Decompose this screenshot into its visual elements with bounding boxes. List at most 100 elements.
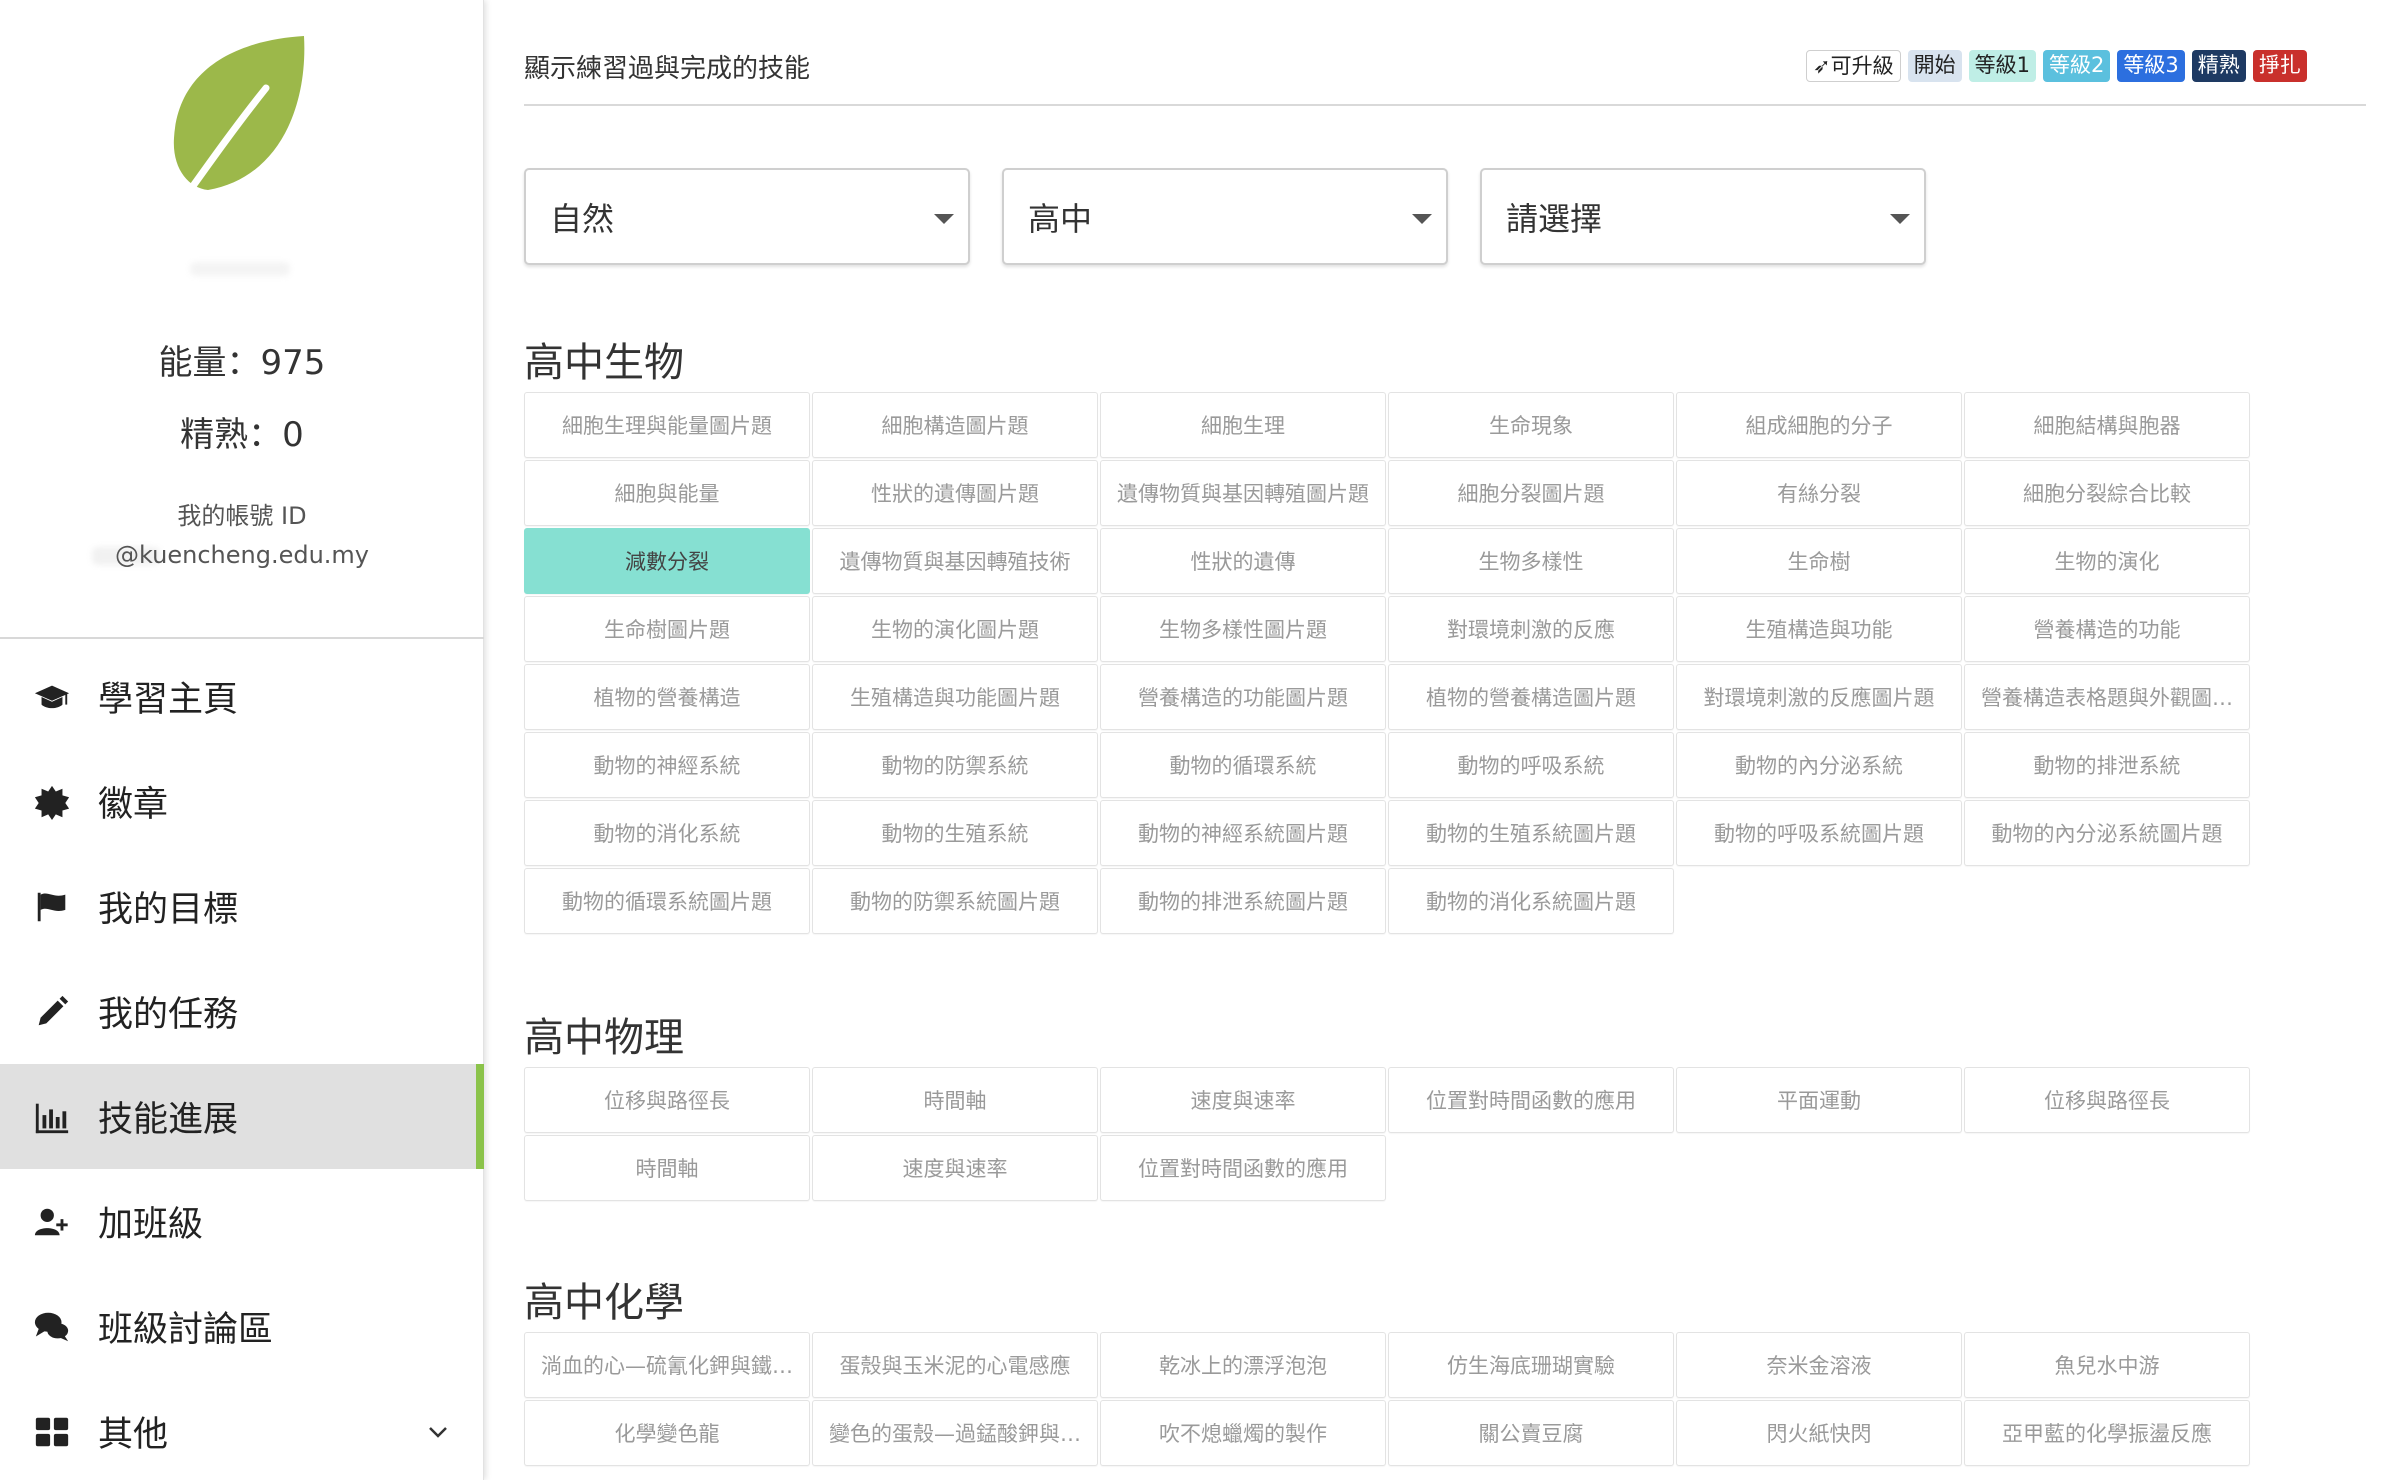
skill-cell[interactable]: 營養構造表格題與外觀圖… <box>1964 664 2250 730</box>
skill-grid: 位移與路徑長 時間軸 速度與速率 位置對時間函數的應用 平面運動 位移與路徑長 時間軸 速度與… <box>524 1067 2366 1201</box>
skill-cell[interactable]: 生殖構造與功能圖片題 <box>812 664 1098 730</box>
skill-cell[interactable]: 速度與速率 <box>1100 1067 1386 1133</box>
skill-cell[interactable]: 植物的營養構造圖片題 <box>1388 664 1674 730</box>
skill-cell[interactable]: 乾冰上的漂浮泡泡 <box>1100 1332 1386 1398</box>
caret-down-icon <box>934 214 954 224</box>
skill-cell[interactable]: 細胞生理 <box>1100 392 1386 458</box>
skill-cell[interactable]: 組成細胞的分子 <box>1676 392 1962 458</box>
skill-cell[interactable]: 動物的循環系統 <box>1100 732 1386 798</box>
skill-cell[interactable]: 變色的蛋殼—過錳酸鉀與… <box>812 1400 1098 1466</box>
legend-level2: 等級2 <box>2042 50 2111 82</box>
legend-upgradable: ➶可升級 <box>1806 50 1901 82</box>
filter-bar: 自然 高中 請選擇 <box>524 168 1926 265</box>
skill-cell[interactable]: 位移與路徑長 <box>1964 1067 2250 1133</box>
skill-cell[interactable]: 對環境刺激的反應 <box>1388 596 1674 662</box>
caret-down-icon <box>1890 214 1910 224</box>
skill-cell[interactable]: 營養構造的功能 <box>1964 596 2250 662</box>
skill-cell[interactable]: 閃火紙快閃 <box>1676 1400 1962 1466</box>
skill-cell[interactable]: 細胞構造圖片題 <box>812 392 1098 458</box>
skill-cell[interactable]: 動物的呼吸系統圖片題 <box>1676 800 1962 866</box>
skill-cell[interactable]: 平面運動 <box>1676 1067 1962 1133</box>
nav-label: 徽章 <box>98 785 169 825</box>
skill-label: 閃火紙快閃 <box>1766 1422 1872 1446</box>
skill-cell[interactable]: 細胞生理與能量圖片題 <box>524 392 810 458</box>
skill-cell[interactable]: 動物的內分泌系統圖片題 <box>1964 800 2250 866</box>
skill-cell[interactable]: 對環境刺激的反應圖片題 <box>1676 664 1962 730</box>
skill-cell[interactable]: 動物的防禦系統圖片題 <box>812 868 1098 934</box>
skill-cell[interactable]: 時間軸 <box>812 1067 1098 1133</box>
skill-cell[interactable]: 位置對時間函數的應用 <box>1388 1067 1674 1133</box>
skill-cell[interactable]: 仿生海底珊瑚實驗 <box>1388 1332 1674 1398</box>
skill-cell[interactable]: 位置對時間函數的應用 <box>1100 1135 1386 1201</box>
skill-cell[interactable]: 亞甲藍的化學振盪反應 <box>1964 1400 2250 1466</box>
nav-item-join-class[interactable]: 加班級 <box>0 1169 484 1274</box>
skill-cell[interactable]: 遺傳物質與基因轉殖技術 <box>812 528 1098 594</box>
skill-cell[interactable]: 生命樹 <box>1676 528 1962 594</box>
skill-cell[interactable]: 生命現象 <box>1388 392 1674 458</box>
skill-cell[interactable]: 動物的神經系統圖片題 <box>1100 800 1386 866</box>
skill-cell[interactable]: 魚兒水中游 <box>1964 1332 2250 1398</box>
skill-cell[interactable]: 細胞結構與胞器 <box>1964 392 2250 458</box>
skill-label: 位移與路徑長 <box>604 1089 730 1113</box>
skill-label: 細胞結構與胞器 <box>2033 414 2181 438</box>
nav-item-home[interactable]: 學習主頁 <box>0 644 484 749</box>
skill-cell[interactable]: 動物的內分泌系統 <box>1676 732 1962 798</box>
skill-cell[interactable]: 動物的神經系統 <box>524 732 810 798</box>
skill-cell[interactable]: 遺傳物質與基因轉殖圖片題 <box>1100 460 1386 526</box>
nav-item-tasks[interactable]: 我的任務 <box>0 959 484 1064</box>
skill-cell[interactable]: 位移與路徑長 <box>524 1067 810 1133</box>
skill-cell[interactable]: 蛋殼與玉米泥的心電感應 <box>812 1332 1098 1398</box>
skill-cell[interactable]: 動物的生殖系統圖片題 <box>1388 800 1674 866</box>
skill-cell[interactable]: 細胞分裂圖片題 <box>1388 460 1674 526</box>
subject-select[interactable]: 自然 <box>524 168 970 265</box>
skill-label: 位置對時間函數的應用 <box>1426 1089 1636 1113</box>
skill-label: 位移與路徑長 <box>2044 1089 2170 1113</box>
section-title: 高中生物 <box>524 340 684 386</box>
skill-cell[interactable]: 淌血的心—硫氰化鉀與鐵… <box>524 1332 810 1398</box>
skill-label: 細胞與能量 <box>614 482 720 506</box>
skill-cell[interactable]: 奈米金溶液 <box>1676 1332 1962 1398</box>
skill-cell[interactable]: 生殖構造與功能 <box>1676 596 1962 662</box>
skill-cell[interactable]: 營養構造的功能圖片題 <box>1100 664 1386 730</box>
skill-cell[interactable]: 有絲分裂 <box>1676 460 1962 526</box>
section-chemistry: 高中化學 淌血的心—硫氰化鉀與鐵… 蛋殼與玉米泥的心電感應 乾冰上的漂浮泡泡 仿生海底… <box>524 1278 2366 1466</box>
skill-label: 生物的演化 <box>2054 550 2160 574</box>
skill-label: 乾冰上的漂浮泡泡 <box>1159 1354 1327 1378</box>
skill-cell[interactable]: 性狀的遺傳圖片題 <box>812 460 1098 526</box>
skill-cell[interactable]: 性狀的遺傳 <box>1100 528 1386 594</box>
skill-cell[interactable]: 生物多樣性圖片題 <box>1100 596 1386 662</box>
skill-cell[interactable]: 細胞分裂綜合比較 <box>1964 460 2250 526</box>
skill-cell[interactable]: 動物的排泄系統圖片題 <box>1100 868 1386 934</box>
nav-item-class-forum[interactable]: 班級討論區 <box>0 1274 484 1379</box>
skill-cell[interactable]: 植物的營養構造 <box>524 664 810 730</box>
skill-cell[interactable]: 動物的消化系統 <box>524 800 810 866</box>
skill-label: 有絲分裂 <box>1777 482 1861 506</box>
skill-label: 生命現象 <box>1489 414 1573 438</box>
nav-item-goals[interactable]: 我的目標 <box>0 854 484 959</box>
skill-cell[interactable]: 生物的演化圖片題 <box>812 596 1098 662</box>
skill-label: 蛋殼與玉米泥的心電感應 <box>839 1354 1071 1378</box>
skill-label: 時間軸 <box>923 1089 987 1113</box>
skill-cell[interactable]: 化學變色龍 <box>524 1400 810 1466</box>
skill-cell[interactable]: 動物的呼吸系統 <box>1388 732 1674 798</box>
skill-cell[interactable]: 吹不熄蠟燭的製作 <box>1100 1400 1386 1466</box>
skill-cell[interactable]: 細胞與能量 <box>524 460 810 526</box>
skill-cell[interactable]: 關公賣豆腐 <box>1388 1400 1674 1466</box>
skill-cell[interactable]: 動物的排泄系統 <box>1964 732 2250 798</box>
skill-cell[interactable]: 生物多樣性 <box>1388 528 1674 594</box>
skill-cell[interactable]: 動物的防禦系統 <box>812 732 1098 798</box>
chevron-down-icon[interactable] <box>426 1420 450 1444</box>
nav-item-badges[interactable]: 徽章 <box>0 749 484 854</box>
skill-cell[interactable]: 動物的生殖系統 <box>812 800 1098 866</box>
skill-cell[interactable]: 生命樹圖片題 <box>524 596 810 662</box>
skill-cell[interactable]: 時間軸 <box>524 1135 810 1201</box>
skill-cell[interactable]: 速度與速率 <box>812 1135 1098 1201</box>
skill-cell[interactable]: 減數分裂 <box>524 528 810 594</box>
nav-item-other[interactable]: 其他 <box>0 1379 484 1480</box>
topic-select[interactable]: 請選擇 <box>1480 168 1926 265</box>
nav-item-skill-progress[interactable]: 技能進展 <box>0 1064 484 1169</box>
skill-cell[interactable]: 生物的演化 <box>1964 528 2250 594</box>
grade-select[interactable]: 高中 <box>1002 168 1448 265</box>
skill-cell[interactable]: 動物的消化系統圖片題 <box>1388 868 1674 934</box>
skill-cell[interactable]: 動物的循環系統圖片題 <box>524 868 810 934</box>
